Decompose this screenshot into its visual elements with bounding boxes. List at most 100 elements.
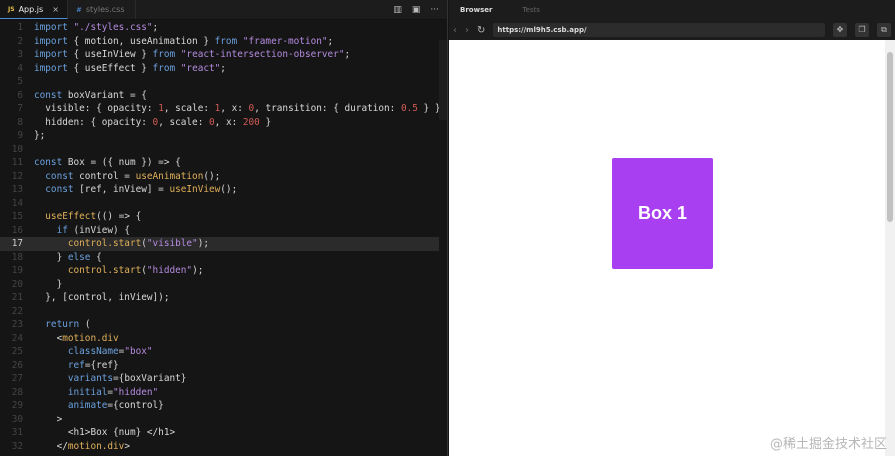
line-number: 2 xyxy=(17,35,23,47)
code-line[interactable]: 7 visible: { opacity: 1, scale: 1, x: 0,… xyxy=(0,102,446,116)
code-token: { xyxy=(96,251,102,263)
close-icon[interactable]: × xyxy=(52,5,59,14)
copy-icon[interactable]: ❐ xyxy=(855,23,869,37)
code-token: { useInView } xyxy=(73,49,153,60)
code-token: const xyxy=(34,157,68,168)
back-icon[interactable]: ‹ xyxy=(453,25,457,36)
code-token: "react" xyxy=(180,62,221,74)
code-line[interactable]: 18 } else { xyxy=(0,251,439,265)
tab-tests[interactable]: Tests xyxy=(522,6,539,14)
code-line[interactable]: 5 xyxy=(0,75,439,89)
line-number: 7 xyxy=(17,103,23,114)
code-token: ; xyxy=(327,35,334,47)
line-number: 16 xyxy=(11,224,23,236)
code-line[interactable]: 4 import { useEffect } from "react"; xyxy=(0,62,439,76)
line-number: 8 xyxy=(17,116,23,128)
code-line[interactable]: 23 return ( xyxy=(0,318,439,332)
preview-icon[interactable]: ▣ xyxy=(412,5,421,15)
split-editor-icon[interactable]: ▥ xyxy=(393,5,402,15)
line-number: 29 xyxy=(11,400,23,411)
code-line[interactable]: 11 const Box = ({ num }) => { xyxy=(0,156,439,170)
code-token: { useEffect } xyxy=(73,62,153,74)
code-line[interactable]: 9}; xyxy=(0,129,439,143)
browser-panel: Browser Tests ‹ › ↻ https://ml9h5.csb.ap… xyxy=(449,0,895,456)
line-number: 18 xyxy=(11,251,23,263)
code-token: < xyxy=(34,332,63,344)
code-area[interactable]: 1 import "./styles.css"; 2 import { motion,… xyxy=(0,21,446,454)
code-token: "./styles.css" xyxy=(73,22,153,33)
code-token: useAnimation xyxy=(135,170,204,182)
code-token: > xyxy=(124,440,130,452)
code-line[interactable]: 22 xyxy=(0,305,439,319)
code-line[interactable]: 32 </motion.div > xyxy=(0,440,439,454)
code-line[interactable]: 14 xyxy=(0,197,439,211)
move-icon[interactable]: ✥ xyxy=(833,23,847,37)
line-number: 26 xyxy=(11,359,23,371)
code-line[interactable]: 26 ref ={ref} xyxy=(0,359,439,373)
forward-icon[interactable]: › xyxy=(465,25,469,36)
line-number: 22 xyxy=(11,305,23,317)
code-token: useInView xyxy=(169,184,221,195)
code-line[interactable]: 1 import "./styles.css"; xyxy=(0,21,439,35)
new-window-icon[interactable]: ⧉ xyxy=(877,23,891,37)
line-number: 27 xyxy=(11,373,23,384)
line-number: 13 xyxy=(11,184,23,195)
code-line[interactable]: 27 variants ={boxVariant} xyxy=(0,372,439,386)
code-token: , x: xyxy=(220,103,249,114)
code-line[interactable]: 20 } xyxy=(0,278,439,292)
code-line[interactable]: 16 if (inView) { xyxy=(0,224,439,238)
code-token: , x: xyxy=(214,116,243,128)
editor-scrollbar[interactable] xyxy=(439,40,447,120)
code-line[interactable]: 15 useEffect(() => { xyxy=(0,210,439,224)
code-editor: JS App.js × # styles.css ▥ ▣ ··· 1 import… xyxy=(0,0,448,456)
code-line[interactable]: 29 animate ={control} xyxy=(0,399,439,413)
code-line[interactable]: 25 className = "box" xyxy=(0,345,439,359)
code-line[interactable]: 28 initial = "hidden" xyxy=(0,386,439,400)
page-scrollbar[interactable] xyxy=(885,40,895,456)
code-line[interactable]: 12 const control = useAnimation (); xyxy=(0,170,439,184)
refresh-icon[interactable]: ↻ xyxy=(477,25,485,36)
code-token: "visible" xyxy=(146,238,198,249)
line-number: 10 xyxy=(11,143,23,155)
code-line[interactable]: 8 hidden: { opacity: 0, scale: 0, x: 200… xyxy=(0,116,439,130)
code-token: <h1>Box {num} </h1> xyxy=(34,427,176,438)
code-token: } xyxy=(259,116,272,128)
code-token: > xyxy=(34,413,63,425)
code-token: , transition: { duration: xyxy=(254,103,401,114)
code-token: ( xyxy=(84,319,91,330)
code-line[interactable]: 19 control.start("hidden"); xyxy=(0,264,439,278)
code-token: control.start xyxy=(34,265,142,276)
code-token: const xyxy=(34,184,80,195)
code-token: import xyxy=(34,35,74,47)
code-line[interactable]: 6 const boxVariant = { xyxy=(0,89,439,103)
url-input[interactable]: https://ml9h5.csb.app/ xyxy=(493,23,825,37)
line-number: 23 xyxy=(11,319,23,330)
code-line[interactable]: 30 > xyxy=(0,413,439,427)
tab-styles-css[interactable]: # styles.css xyxy=(68,0,136,19)
code-token: const xyxy=(34,89,68,101)
line-number: 31 xyxy=(11,427,23,438)
code-line[interactable]: 31 <h1>Box {num} </h1> xyxy=(0,426,439,440)
code-line[interactable]: 21 }, [control, inView]); xyxy=(0,291,439,305)
code-token: motion.div xyxy=(62,332,119,344)
code-line[interactable]: 10 xyxy=(0,143,439,157)
code-token: , scale: xyxy=(158,116,209,128)
code-token: className xyxy=(34,346,119,357)
code-line[interactable]: 2 import { motion, useAnimation } from "f… xyxy=(0,35,439,49)
more-icon[interactable]: ··· xyxy=(430,5,439,15)
code-line[interactable]: 24 < motion.div xyxy=(0,332,439,346)
tab-browser[interactable]: Browser xyxy=(460,6,492,14)
code-token: (); xyxy=(203,170,221,182)
code-token: { motion, useAnimation } xyxy=(73,35,215,47)
code-token: ref xyxy=(34,359,85,371)
code-token: ; xyxy=(344,49,351,60)
scrollbar-thumb[interactable] xyxy=(887,52,893,222)
code-line[interactable]: 17 control.start("visible"); xyxy=(0,237,439,251)
code-line[interactable]: 13 const [ref, inView] = useInView (); xyxy=(0,183,439,197)
line-number: 3 xyxy=(17,49,23,60)
line-number: 28 xyxy=(11,386,23,398)
tab-label: styles.css xyxy=(85,5,125,14)
tab-app-js[interactable]: JS App.js × xyxy=(0,0,68,19)
code-line[interactable]: 3 import { useInView } from "react-inters… xyxy=(0,48,439,62)
line-number: 4 xyxy=(17,62,23,74)
